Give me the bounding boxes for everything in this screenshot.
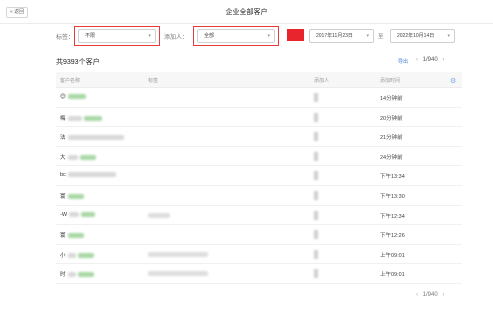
date-from-value: 2017年11月23日 xyxy=(316,33,353,39)
table-header: 客户名称 标签 添加人 添加时间 ⚙ xyxy=(56,72,462,88)
customer-name: 寰 xyxy=(60,192,84,200)
filter-bar: 标签： 不限 ▾ 添加人： 全部 ▾ 2017年11月23日 ▾ 至 2022年… xyxy=(0,26,493,46)
page-indicator: 1/940 xyxy=(422,292,438,298)
chevron-left-icon[interactable]: ‹ xyxy=(413,57,421,63)
customer-name: 小 xyxy=(60,251,94,259)
table-row[interactable]: 时 上午09:01 xyxy=(56,264,462,284)
tag-chip xyxy=(148,251,208,257)
adder-avatar xyxy=(314,190,318,200)
adder-avatar xyxy=(314,210,318,220)
added-time: 下午12:26 xyxy=(380,233,405,240)
customer-name: 时 xyxy=(60,270,94,278)
table-row[interactable]: 法 21分钟前 xyxy=(56,127,462,147)
adder-avatar xyxy=(314,249,318,259)
chevron-down-icon: ▾ xyxy=(148,33,151,39)
adder-avatar xyxy=(314,171,318,181)
customer-table: 客户名称 标签 添加人 添加时间 ⚙ 😊 14分钟前 梅 20分钟前 法 21分… xyxy=(56,72,462,284)
adder-avatar xyxy=(314,230,318,240)
added-time: 上午09:01 xyxy=(380,252,405,259)
customer-count: 共9393个客户 xyxy=(56,59,100,66)
added-time: 下午12:34 xyxy=(380,213,405,220)
adder-filter-select[interactable]: 全部 ▾ xyxy=(197,29,275,43)
column-header-tags: 标签 xyxy=(148,78,159,84)
added-time: 下午13:30 xyxy=(380,193,405,200)
chevron-right-icon[interactable]: › xyxy=(439,57,447,63)
added-time: 21分钟前 xyxy=(380,135,403,142)
added-time: 14分钟前 xyxy=(380,96,403,102)
table-row[interactable]: 寰 下午12:26 xyxy=(56,225,462,245)
export-link[interactable]: 导出 xyxy=(398,58,408,65)
tag-filter-label: 标签： xyxy=(56,35,75,41)
tag-chip xyxy=(148,212,170,218)
page-title: 企业全部客户 xyxy=(225,9,268,16)
pager-top: ‹ 1/940 › xyxy=(413,57,447,63)
tag-filter-value: 不限 xyxy=(85,33,96,39)
column-header-name: 客户名称 xyxy=(60,78,81,84)
chevron-left-icon[interactable]: ‹ xyxy=(413,292,421,298)
date-range-separator: 至 xyxy=(378,34,384,40)
added-time: 上午09:01 xyxy=(380,272,405,279)
table-row[interactable]: 大 24分钟前 xyxy=(56,147,462,167)
customer-name: -W xyxy=(60,212,96,218)
table-row[interactable]: 寰 下午13:30 xyxy=(56,186,462,206)
adder-avatar xyxy=(314,269,318,279)
date-from-select[interactable]: 2017年11月23日 ▾ xyxy=(309,29,374,43)
tag-filter-select[interactable]: 不限 ▾ xyxy=(78,29,156,43)
adder-filter-label: 添加人： xyxy=(164,35,189,41)
page-indicator: 1/940 xyxy=(422,57,438,63)
chevron-down-icon: ▾ xyxy=(366,33,369,39)
adder-avatar xyxy=(314,93,318,102)
table-row[interactable]: 😊 14分钟前 xyxy=(56,88,462,108)
column-header-adder: 添加人 xyxy=(314,78,330,84)
tag-chip xyxy=(148,271,208,277)
pager-bottom: ‹ 1/940 › xyxy=(413,292,447,298)
column-header-added-time: 添加时间 xyxy=(380,78,401,84)
table-row[interactable]: 梅 20分钟前 xyxy=(56,108,462,128)
top-bar: « 返回 企业全部客户 xyxy=(0,0,493,24)
added-time: 下午13:34 xyxy=(380,174,405,181)
color-swatch[interactable] xyxy=(287,29,304,41)
added-time: 20分钟前 xyxy=(380,115,403,122)
chevron-down-icon: ▾ xyxy=(267,33,270,39)
added-time: 24分钟前 xyxy=(380,154,403,161)
chevron-right-icon[interactable]: › xyxy=(439,292,447,298)
date-to-value: 2022年10月14日 xyxy=(397,33,435,39)
table-row[interactable]: bc 下午13:34 xyxy=(56,166,462,186)
customer-name: bc xyxy=(60,172,116,178)
adder-avatar xyxy=(314,112,318,122)
chevron-down-icon: ▾ xyxy=(447,33,450,39)
adder-avatar xyxy=(314,132,318,142)
customer-name: 梅 xyxy=(60,114,102,122)
customer-name: 😊 xyxy=(60,94,86,100)
adder-avatar xyxy=(314,151,318,161)
customer-name: 大 xyxy=(60,153,96,161)
table-row[interactable]: -W 下午12:34 xyxy=(56,206,462,226)
adder-filter-value: 全部 xyxy=(204,33,215,39)
table-row[interactable]: 小 上午09:01 xyxy=(56,245,462,265)
customer-name: 寰 xyxy=(60,231,84,239)
customer-name: 法 xyxy=(60,133,124,141)
gear-icon[interactable]: ⚙ xyxy=(450,77,456,85)
date-to-select[interactable]: 2022年10月14日 ▾ xyxy=(390,29,455,43)
